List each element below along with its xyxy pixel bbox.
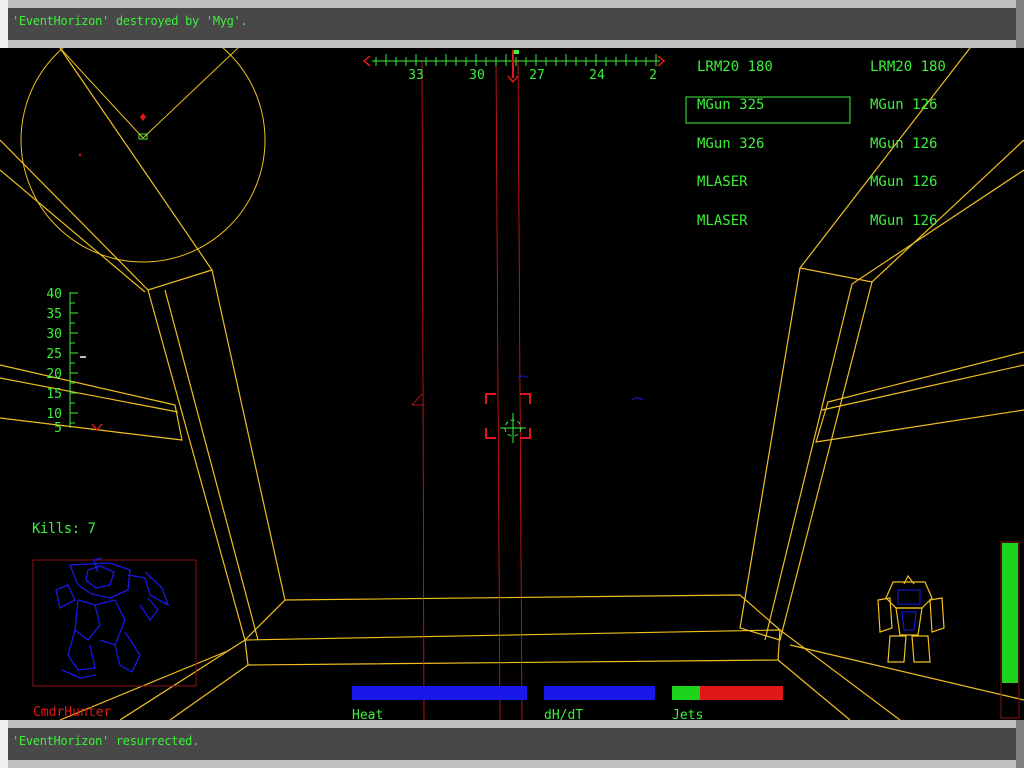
target-name: CmdrHunter	[33, 705, 111, 720]
dashboard-leg-right-2	[779, 629, 901, 720]
left-upper-strut-edge	[0, 169, 146, 293]
heat-gauge	[352, 686, 527, 700]
targeting-reticle	[485, 393, 531, 443]
vertical-bar-fill	[1002, 543, 1018, 683]
distant-line	[495, 59, 501, 720]
weapon-left-5[interactable]: MLASER	[697, 213, 748, 229]
distant-structures	[411, 59, 523, 720]
distant-line	[421, 59, 425, 720]
throttle-label: 35	[46, 307, 62, 322]
radar-ring	[20, 48, 266, 263]
top-message-bar: 'EventHorizon' destroyed by 'Myg'.	[0, 0, 1024, 48]
dhdt-gauge-label: dH/dT	[544, 708, 583, 720]
left-upper-strut	[0, 48, 213, 291]
target-mech-wireframe-icon	[55, 557, 170, 679]
dashboard-leg-left	[169, 664, 249, 720]
right-beam-edge	[821, 364, 1024, 411]
compass-target-marker	[514, 50, 519, 54]
weapon-right-2[interactable]: MGun 126	[870, 97, 937, 113]
throttle-label: 15	[46, 387, 62, 402]
heat-gauge-label: Heat	[352, 708, 383, 720]
bottom-gauges: Heat dH/dT Jets	[352, 686, 783, 720]
right-beam	[815, 351, 1024, 443]
weapon-left-1[interactable]: LRM20 180	[697, 59, 773, 75]
compass: 33 30 27 24 2	[362, 50, 666, 84]
compass-label: 2	[649, 68, 657, 83]
weapon-right-3[interactable]: MGun 126	[870, 136, 937, 152]
throttle-ticks	[70, 292, 78, 424]
contact-marker	[517, 375, 529, 379]
left-pillar-edge	[164, 289, 259, 641]
right-pillar	[739, 267, 873, 641]
left-pillar	[147, 269, 286, 642]
compass-left-arrow-icon	[362, 55, 371, 67]
dashboard-ledge	[284, 594, 781, 631]
left-beam	[0, 364, 183, 441]
compass-label: 33	[408, 68, 424, 83]
weapon-right-5[interactable]: MGun 126	[870, 213, 937, 229]
compass-ticks	[375, 54, 657, 66]
target-display: CmdrHunter	[32, 557, 197, 720]
weapon-right-1[interactable]: LRM20 180	[870, 59, 946, 75]
throttle-label: 25	[46, 347, 62, 362]
target-display-frame	[32, 559, 197, 687]
bottom-message-bar: 'EventHorizon' resurrected.	[0, 720, 1024, 768]
bar-bevel-right	[1016, 720, 1024, 768]
jets-gauge-fill	[672, 686, 700, 700]
throttle-label: 40	[46, 287, 62, 302]
own-mech-status-icon	[877, 574, 945, 663]
left-beam-edge	[0, 377, 179, 413]
throttle-label: 20	[46, 367, 62, 382]
top-message-panel: 'EventHorizon' destroyed by 'Myg'.	[8, 8, 1016, 40]
weapon-left-3[interactable]: MGun 326	[697, 136, 764, 152]
jets-gauge-label: Jets	[672, 708, 703, 720]
compass-label: 30	[469, 68, 485, 83]
kills-counter: Kills: 7	[32, 521, 96, 537]
distant-contacts	[517, 375, 644, 401]
bar-bevel-left	[0, 0, 8, 48]
throttle-label: 10	[46, 407, 62, 422]
cockpit-viewport[interactable]: 33 30 27 24 2 40 35 30 25 20 15 10 5 Cmd…	[0, 48, 1024, 720]
throttle-label: 5	[54, 421, 62, 436]
contact-marker	[631, 397, 644, 401]
throttle-label: 30	[46, 327, 62, 342]
radar	[20, 48, 266, 263]
radar-view-cone-right	[142, 48, 239, 139]
dashboard-top	[244, 629, 781, 666]
radar-view-cone-left	[59, 48, 144, 139]
dashboard-leg-right	[777, 659, 851, 720]
distant-line	[517, 59, 523, 720]
weapon-left-4[interactable]: MLASER	[697, 174, 748, 190]
bar-bevel-right	[1016, 0, 1024, 48]
top-message-text: 'EventHorizon' destroyed by 'Myg'.	[12, 14, 248, 28]
compass-label: 24	[589, 68, 605, 83]
compass-label: 27	[529, 68, 545, 83]
weapon-right-4[interactable]: MGun 126	[870, 174, 937, 190]
right-upper-strut	[798, 48, 1024, 283]
right-pillar-edge	[764, 283, 853, 641]
target-lock-brackets	[485, 393, 531, 439]
own-mech-internal-icon	[897, 589, 921, 631]
radar-enemy-blip	[78, 153, 82, 157]
throttle-scale: 40 35 30 25 20 15 10 5	[46, 287, 103, 436]
distant-marker	[411, 393, 424, 406]
bottom-message-text: 'EventHorizon' resurrected.	[12, 734, 199, 748]
bottom-message-panel: 'EventHorizon' resurrected.	[8, 728, 1016, 760]
dhdt-gauge	[544, 686, 655, 700]
bar-bevel-left	[0, 720, 8, 768]
weapon-left-2[interactable]: MGun 325	[697, 97, 764, 113]
radar-enemy-blip	[140, 113, 146, 121]
dashboard-edge-right	[789, 644, 1024, 701]
vertical-status-bar	[1000, 541, 1020, 719]
